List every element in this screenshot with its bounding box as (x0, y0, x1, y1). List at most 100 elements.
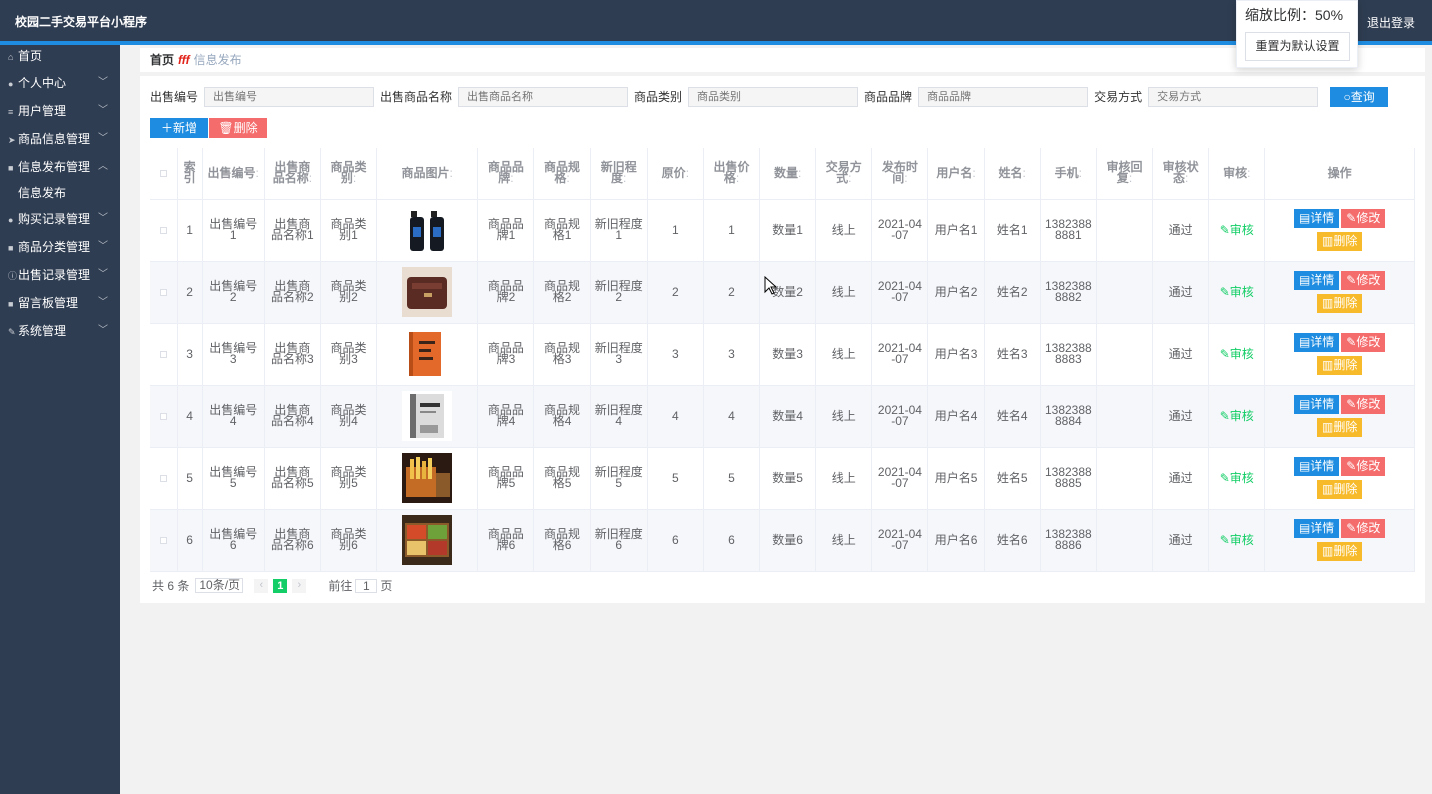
cell-pub-time: 2021-04-07 (871, 509, 929, 572)
select-all-checkbox[interactable] (150, 148, 178, 200)
cell-username: 用户名5 (927, 447, 985, 510)
goods-image[interactable] (402, 453, 453, 503)
col-sale-no[interactable]: 出售编号: (202, 148, 265, 200)
sort-icon: : (1022, 165, 1026, 180)
cell-index: 6 (177, 509, 203, 572)
col-qty[interactable]: 数量: (759, 148, 817, 200)
edit-button[interactable]: ✎修改 (1341, 457, 1386, 476)
detail-button[interactable]: ▤详情 (1293, 209, 1340, 228)
delete-button[interactable]: ▥删除 (1316, 294, 1363, 313)
delete-button[interactable]: ▥删除 (1316, 480, 1363, 499)
prev-page-button[interactable]: ‹ (254, 578, 269, 593)
delete-button[interactable]: ▥删除 (1316, 542, 1363, 561)
col-name[interactable]: 出售商品名称: (264, 148, 321, 200)
checkbox-icon (159, 169, 167, 177)
row-checkbox[interactable] (150, 447, 178, 510)
detail-button[interactable]: ▤详情 (1293, 519, 1340, 538)
audit-link[interactable]: ✎审核 (1220, 409, 1254, 423)
brand-input[interactable] (918, 86, 1089, 107)
col-pub-time[interactable]: 发布时间: (871, 148, 929, 200)
detail-button[interactable]: ▤详情 (1293, 457, 1340, 476)
cell-orig-price: 4 (647, 385, 704, 448)
sidebar-item-label: 购买记录管理 (18, 212, 91, 226)
edit-button[interactable]: ✎修改 (1341, 209, 1386, 228)
category-input[interactable] (688, 86, 859, 107)
col-brand[interactable]: 商品品牌: (477, 148, 535, 200)
col-category[interactable]: 商品类别: (320, 148, 378, 200)
col-image[interactable]: 商品图片: (376, 148, 479, 200)
audit-link[interactable]: ✎审核 (1220, 471, 1254, 485)
delete-button[interactable]: ▥删除 (1316, 418, 1363, 437)
col-condition[interactable]: 新旧程度: (590, 148, 648, 200)
detail-button[interactable]: ▤详情 (1293, 395, 1340, 414)
trade-input[interactable] (1148, 86, 1319, 107)
col-ops: 操作 (1264, 148, 1415, 200)
col-orig-price[interactable]: 原价: (647, 148, 704, 200)
detail-button-label: 详情 (1310, 211, 1335, 225)
col-phone[interactable]: 手机: (1040, 148, 1097, 200)
col-fullname[interactable]: 姓名: (984, 148, 1041, 200)
sidebar-item-sales[interactable]: ⓘ出售记录管理 ﹀ (0, 261, 120, 289)
sidebar-subitem-publish[interactable]: 信息发布 (0, 181, 120, 205)
batch-delete-button[interactable]: 🗑删除 (209, 118, 267, 138)
sidebar-item-category[interactable]: ■ 商品分类管理 ﹀ (0, 233, 120, 261)
goods-image[interactable] (402, 515, 453, 565)
detail-button[interactable]: ▤详情 (1293, 271, 1340, 290)
audit-link[interactable]: ✎审核 (1220, 285, 1254, 299)
col-label: 姓名 (998, 165, 1023, 180)
goto-page-input[interactable]: 1 (355, 578, 378, 593)
goods-name-input[interactable] (458, 86, 629, 107)
col-audit[interactable]: 审核: (1208, 148, 1266, 200)
query-button[interactable]: ○查询 (1330, 86, 1389, 107)
audit-link[interactable]: ✎审核 (1220, 223, 1254, 237)
row-checkbox[interactable] (150, 385, 178, 448)
breadcrumb-home[interactable]: 首页 (150, 53, 174, 67)
page-number-1[interactable]: 1 (273, 578, 288, 593)
row-checkbox[interactable] (150, 509, 178, 572)
sidebar-item-publish[interactable]: ■ 信息发布管理 ︿ (0, 153, 120, 181)
edit-button[interactable]: ✎修改 (1341, 519, 1386, 538)
col-username[interactable]: 用户名: (927, 148, 985, 200)
add-button[interactable]: ＋新增 (150, 118, 208, 138)
edit-button[interactable]: ✎修改 (1341, 271, 1386, 290)
cell-fullname: 姓名3 (984, 323, 1041, 386)
sale-no-input[interactable] (204, 86, 375, 107)
row-checkbox[interactable] (150, 199, 178, 262)
col-reply[interactable]: 审核回复: (1096, 148, 1154, 200)
sidebar-item-profile[interactable]: ● 个人中心 ﹀ (0, 69, 120, 97)
cell-audit: ✎审核 (1208, 261, 1266, 324)
col-trade[interactable]: 交易方式: (815, 148, 873, 200)
col-price[interactable]: 出售价格: (703, 148, 761, 200)
col-index[interactable]: 索引 (177, 148, 203, 200)
goods-image[interactable] (402, 205, 453, 255)
goods-image[interactable] (402, 391, 453, 441)
edit-button[interactable]: ✎修改 (1341, 333, 1386, 352)
page-size-select[interactable]: 10条/页 (195, 578, 244, 593)
col-label: 交易方式 (825, 160, 862, 186)
next-page-button[interactable]: › (292, 578, 307, 593)
audit-link[interactable]: ✎审核 (1220, 533, 1254, 547)
delete-button[interactable]: ▥删除 (1316, 356, 1363, 375)
detail-button[interactable]: ▤详情 (1293, 333, 1340, 352)
sidebar-item-home[interactable]: ⌂ 首页 (0, 45, 120, 69)
edit-button[interactable]: ✎修改 (1341, 395, 1386, 414)
sidebar-item-goods[interactable]: ➤ 商品信息管理 ﹀ (0, 125, 120, 153)
sidebar-item-users[interactable]: ≡ 用户管理 ﹀ (0, 97, 120, 125)
cell-spec: 商品规格5 (533, 447, 591, 510)
logout-link[interactable]: 退出登录 (1367, 14, 1415, 31)
goods-image[interactable] (402, 267, 453, 317)
col-spec[interactable]: 商品规格: (533, 148, 591, 200)
col-status[interactable]: 审核状态: (1152, 148, 1210, 200)
audit-link[interactable]: ✎审核 (1220, 347, 1254, 361)
delete-button-label: 删除 (1333, 420, 1358, 434)
sidebar-item-messages[interactable]: ■ 留言板管理 ﹀ (0, 289, 120, 317)
delete-button[interactable]: ▥删除 (1316, 232, 1363, 251)
row-checkbox[interactable] (150, 261, 178, 324)
chevron-down-icon: ﹀ (98, 77, 108, 88)
row-checkbox[interactable] (150, 323, 178, 386)
sidebar-item-purchase[interactable]: ● 购买记录管理 ﹀ (0, 205, 120, 233)
cell-ops: ▤详情 ✎修改 ▥删除 (1264, 199, 1415, 262)
goods-image[interactable] (402, 329, 453, 379)
sidebar-item-system[interactable]: ✎ 系统管理 ﹀ (0, 317, 120, 345)
reset-zoom-button[interactable]: 重置为默认设置 (1245, 32, 1350, 61)
